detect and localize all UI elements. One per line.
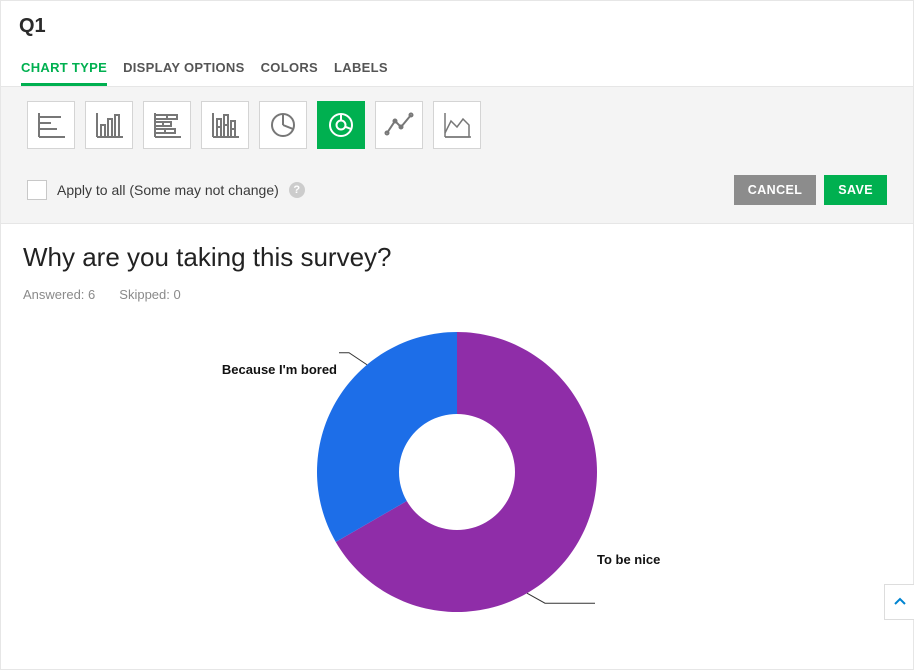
response-stats: Answered: 6 Skipped: 0 [23, 287, 891, 302]
chart-type-donut-icon[interactable] [317, 101, 365, 149]
chart-type-vertical-bar-icon[interactable] [85, 101, 133, 149]
tab-labels[interactable]: LABELS [334, 54, 388, 86]
action-buttons: CANCEL SAVE [734, 175, 887, 205]
chart-body: Why are you taking this survey? Answered… [1, 224, 913, 669]
chart-type-pie-icon[interactable] [259, 101, 307, 149]
tab-chart-type[interactable]: CHART TYPE [21, 54, 107, 86]
slice-label-nice: To be nice [597, 552, 660, 567]
chart-type-buttons [1, 87, 913, 163]
apply-to-all-checkbox[interactable] [27, 180, 47, 200]
chart-type-area-icon[interactable] [433, 101, 481, 149]
help-icon[interactable]: ? [289, 182, 305, 198]
tabs: CHART TYPE DISPLAY OPTIONS COLORS LABELS [19, 54, 895, 86]
tab-colors[interactable]: COLORS [261, 54, 318, 86]
question-panel: Q1 CHART TYPE DISPLAY OPTIONS COLORS LAB… [0, 0, 914, 670]
save-button[interactable]: SAVE [824, 175, 887, 205]
panel-header: Q1 CHART TYPE DISPLAY OPTIONS COLORS LAB… [1, 1, 913, 86]
donut-slice-1 [317, 332, 457, 542]
donut-chart: Because I'm bored To be nice [177, 322, 737, 662]
chart-type-horizontal-bar-icon[interactable] [27, 101, 75, 149]
tab-display-options[interactable]: DISPLAY OPTIONS [123, 54, 245, 86]
toolbar: Apply to all (Some may not change) ? CAN… [1, 86, 913, 224]
answered-stat: Answered: 6 [23, 287, 95, 302]
apply-to-all: Apply to all (Some may not change) ? [27, 180, 305, 200]
question-title: Why are you taking this survey? [23, 242, 891, 273]
chart-area: Because I'm bored To be nice [23, 302, 891, 669]
question-id: Q1 [19, 15, 895, 38]
chart-type-line-icon[interactable] [375, 101, 423, 149]
scroll-top-button[interactable] [884, 584, 914, 620]
controls-row: Apply to all (Some may not change) ? CAN… [1, 163, 913, 223]
cancel-button[interactable]: CANCEL [734, 175, 816, 205]
apply-to-all-label: Apply to all (Some may not change) [57, 182, 279, 198]
slice-label-bored: Because I'm bored [222, 362, 337, 377]
chart-type-stacked-horizontal-icon[interactable] [143, 101, 191, 149]
skipped-stat: Skipped: 0 [119, 287, 180, 302]
chart-type-stacked-vertical-icon[interactable] [201, 101, 249, 149]
